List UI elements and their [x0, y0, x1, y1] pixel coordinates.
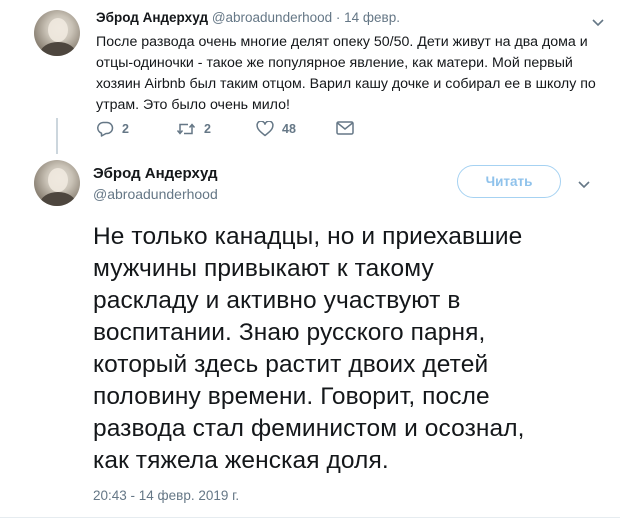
- author-handle[interactable]: @abroadunderhood: [212, 10, 332, 25]
- separator: ·: [335, 10, 341, 25]
- avatar[interactable]: [34, 10, 80, 56]
- reply-icon: [97, 121, 114, 137]
- chevron-down-icon[interactable]: [592, 14, 604, 32]
- tweet-line: воспитании. Знаю русского парня,: [93, 319, 486, 346]
- tweet-text: После развода очень многие делят опеку 5…: [96, 32, 596, 116]
- tweet-line: Не только канадцы, но и приехавшие: [93, 223, 523, 250]
- tweet-line: раскладу и активно участвуют в: [93, 287, 461, 314]
- tweet-header: Эброд Андерхуд @abroadunderhood · 14 фев…: [96, 10, 400, 25]
- heart-icon: [256, 121, 274, 137]
- author-name[interactable]: Эброд Андерхуд: [96, 10, 208, 25]
- tweet-date[interactable]: 14 февр.: [344, 10, 400, 25]
- retweet-count: 2: [204, 122, 211, 136]
- tweet-timestamp[interactable]: 20:43 - 14 февр. 2019 г.: [93, 488, 239, 503]
- reply-button[interactable]: 2: [96, 121, 129, 137]
- tweet-line: После развода очень многие делят опеку 5…: [96, 34, 588, 50]
- author-name[interactable]: Эброд Андерхуд: [93, 165, 218, 182]
- avatar[interactable]: [34, 160, 80, 206]
- tweet-text: Не только канадцы, но и приехавшие мужчи…: [93, 221, 598, 477]
- tweet-line: половину времени. Говорит, после: [93, 383, 490, 410]
- direct-message-button[interactable]: [336, 121, 354, 135]
- mail-icon: [336, 121, 354, 135]
- follow-button[interactable]: Читать: [457, 165, 561, 198]
- tweet-line: мужчины привыкают к такому: [93, 255, 434, 282]
- tweet-line: как тяжела женская доля.: [93, 447, 389, 474]
- like-button[interactable]: 48: [256, 121, 296, 137]
- tweet-line: хозяин Airbnb был таким отцом. Варил каш…: [96, 76, 596, 92]
- tweet-line: который здесь растит двоих детей: [93, 351, 489, 378]
- thread-connector: [56, 118, 58, 154]
- retweet-icon: [176, 123, 196, 135]
- reply-count: 2: [122, 122, 129, 136]
- tweet-line: утрам. Это было очень мило!: [96, 97, 290, 113]
- tweet-actions: 2 2 48: [96, 121, 396, 139]
- retweet-button[interactable]: 2: [176, 121, 211, 137]
- tweet-line: отцы-одиночки - такое же популярное явле…: [96, 55, 573, 71]
- tweet-line: развода стал феминистом и осознал,: [93, 415, 525, 442]
- author-handle[interactable]: @abroadunderhood: [93, 186, 218, 202]
- divider: [0, 517, 620, 518]
- chevron-down-icon[interactable]: [578, 176, 590, 194]
- like-count: 48: [282, 122, 296, 136]
